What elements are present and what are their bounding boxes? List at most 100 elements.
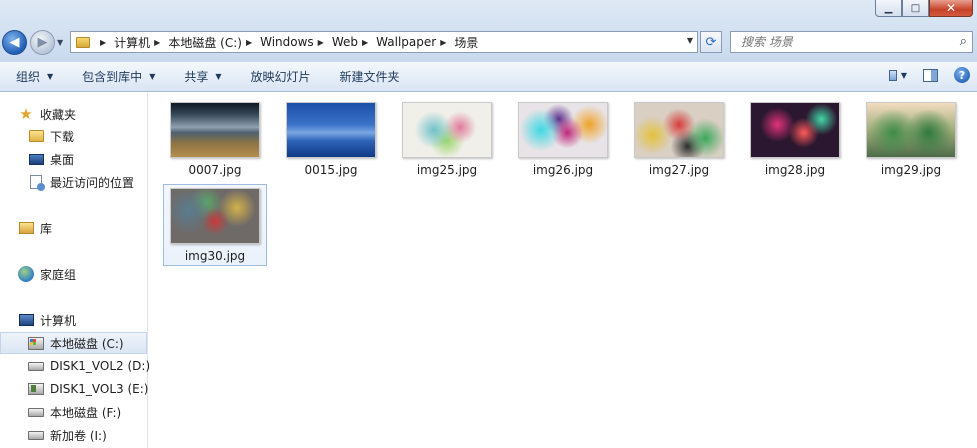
chevron-right-icon[interactable]: ▶ — [362, 38, 368, 47]
nav-drive-f[interactable]: 本地磁盘 (F:) — [0, 401, 147, 423]
refresh-button[interactable]: ⟳ — [700, 31, 722, 53]
desktop-icon — [28, 153, 44, 165]
maximize-button[interactable]: □ — [902, 0, 929, 17]
title-address-bar: ▁ □ ✕ ◀ ▶ ▼ ▶ 计算机 ▶ 本地磁盘 (C:) ▶ Windows ▶ We… — [0, 0, 977, 62]
chevron-down-icon: ▼ — [47, 72, 54, 81]
file-name: img27.jpg — [648, 163, 710, 177]
hard-drive-icon — [28, 383, 44, 395]
file-tile[interactable]: img25.jpg — [395, 99, 499, 181]
homegroup-icon — [18, 266, 34, 282]
forward-button[interactable]: ▶ — [30, 30, 55, 55]
chevron-down-icon: ▼ — [57, 38, 64, 47]
maximize-icon: □ — [910, 2, 921, 14]
file-name: 0007.jpg — [188, 163, 242, 177]
system-drive-icon — [28, 336, 44, 350]
nav-drive-c[interactable]: 本地磁盘 (C:) — [0, 332, 147, 354]
file-tile[interactable]: 0015.jpg — [279, 99, 383, 181]
file-name: img28.jpg — [764, 163, 826, 177]
nav-computer[interactable]: 计算机 — [0, 309, 147, 331]
image-thumbnail — [170, 188, 260, 244]
view-options-icon — [889, 69, 897, 81]
nav-drive-d[interactable]: DISK1_VOL2 (D:) — [0, 355, 150, 377]
chevron-right-icon[interactable]: ▶ — [246, 38, 252, 47]
search-input[interactable] — [741, 35, 941, 49]
breadcrumb-wallpaper[interactable]: ▶ Wallpaper — [358, 32, 436, 52]
recent-places-icon — [30, 175, 45, 191]
file-name: 0015.jpg — [304, 163, 358, 177]
file-tile[interactable]: img29.jpg — [859, 99, 963, 181]
chevron-right-icon[interactable]: ▶ — [440, 38, 446, 47]
window-controls: ▁ □ ✕ — [875, 0, 973, 17]
back-button[interactable]: ◀ — [2, 30, 27, 55]
file-name: img25.jpg — [416, 163, 478, 177]
chevron-right-icon[interactable]: ▶ — [100, 38, 106, 47]
downloads-folder-icon — [28, 130, 44, 142]
file-list: 0007.jpg 0015.jpg img25.jpg img26.jpg im… — [149, 93, 977, 448]
file-name: img29.jpg — [880, 163, 942, 177]
chevron-down-icon: ▼ — [900, 70, 907, 80]
breadcrumb-web[interactable]: ▶ Web — [314, 32, 358, 52]
nav-homegroup[interactable]: 家庭组 — [0, 263, 147, 285]
hard-drive-icon — [28, 430, 44, 440]
file-name: img30.jpg — [184, 249, 246, 263]
file-name: img26.jpg — [532, 163, 594, 177]
new-folder-button[interactable]: 新建文件夹 — [340, 68, 400, 85]
toolbar-right-group: ▼ ? — [889, 67, 971, 83]
file-tile-selected[interactable]: img30.jpg — [163, 184, 267, 266]
nav-drive-e[interactable]: DISK1_VOL3 (E:) — [0, 378, 148, 400]
arrow-left-icon: ◀ — [9, 35, 20, 50]
image-thumbnail — [634, 102, 724, 158]
refresh-icon: ⟳ — [705, 34, 717, 50]
file-tile[interactable]: 0007.jpg — [163, 99, 267, 181]
image-thumbnail — [518, 102, 608, 158]
star-icon: ★ — [19, 105, 33, 123]
search-icon[interactable]: ⌕ — [960, 34, 967, 49]
command-toolbar: 组织 ▼ 包含到库中 ▼ 共享 ▼ 放映幻灯片 新建文件夹 ▼ ? — [0, 62, 977, 92]
image-thumbnail — [750, 102, 840, 158]
hard-drive-icon — [28, 407, 44, 417]
file-tile[interactable]: img26.jpg — [511, 99, 615, 181]
close-button[interactable]: ✕ — [929, 0, 973, 17]
include-in-library-menu[interactable]: 包含到库中 ▼ — [82, 68, 155, 85]
preview-pane-button[interactable] — [921, 67, 939, 83]
slideshow-button[interactable]: 放映幻灯片 — [251, 68, 311, 85]
nav-item-downloads[interactable]: 下载 — [0, 125, 147, 147]
address-history-dropdown[interactable]: ▼ — [687, 36, 693, 45]
hard-drive-icon — [28, 361, 44, 371]
breadcrumb-computer[interactable]: ▶ 计算机 — [96, 32, 150, 52]
recent-pages-dropdown[interactable]: ▼ — [57, 38, 63, 47]
nav-item-recent-places[interactable]: 最近访问的位置 — [0, 171, 147, 193]
minimize-button[interactable]: ▁ — [875, 0, 902, 17]
file-tile[interactable]: img28.jpg — [743, 99, 847, 181]
breadcrumb-drive-c[interactable]: ▶ 本地磁盘 (C:) — [150, 32, 242, 52]
arrow-right-icon: ▶ — [37, 35, 48, 50]
share-menu[interactable]: 共享 ▼ — [184, 68, 221, 85]
nav-favorites[interactable]: ★ 收藏夹 — [0, 103, 147, 125]
file-tile[interactable]: img27.jpg — [627, 99, 731, 181]
image-thumbnail — [170, 102, 260, 158]
nav-drive-i[interactable]: 新加卷 (I:) — [0, 424, 147, 446]
chevron-down-icon: ▼ — [149, 72, 156, 81]
chevron-right-icon[interactable]: ▶ — [318, 38, 324, 47]
computer-icon — [18, 314, 34, 326]
chevron-right-icon[interactable]: ▶ — [154, 38, 160, 47]
chevron-down-icon: ▼ — [686, 36, 693, 45]
navigation-pane: ★ 收藏夹 下载 桌面 最近访问的位置 库 家庭组 计算机 本地磁盘 (C:) … — [0, 93, 150, 448]
library-icon — [18, 222, 34, 234]
search-box[interactable]: ⌕ — [730, 31, 973, 53]
image-thumbnail — [866, 102, 956, 158]
help-button[interactable]: ? — [953, 67, 971, 83]
change-view-button[interactable]: ▼ — [889, 67, 907, 83]
organize-menu[interactable]: 组织 ▼ — [16, 68, 53, 85]
minimize-icon: ▁ — [884, 2, 893, 14]
folder-icon — [76, 36, 90, 48]
nav-libraries[interactable]: 库 — [0, 217, 147, 239]
breadcrumb-scenes[interactable]: ▶ 场景 — [436, 32, 478, 52]
image-thumbnail — [286, 102, 376, 158]
address-bar[interactable]: ▶ 计算机 ▶ 本地磁盘 (C:) ▶ Windows ▶ Web ▶ Wallpaper… — [70, 31, 698, 53]
close-icon: ✕ — [945, 1, 957, 15]
nav-item-desktop[interactable]: 桌面 — [0, 148, 147, 170]
image-thumbnail — [402, 102, 492, 158]
breadcrumb-windows[interactable]: ▶ Windows — [242, 32, 314, 52]
preview-pane-icon — [922, 68, 938, 82]
